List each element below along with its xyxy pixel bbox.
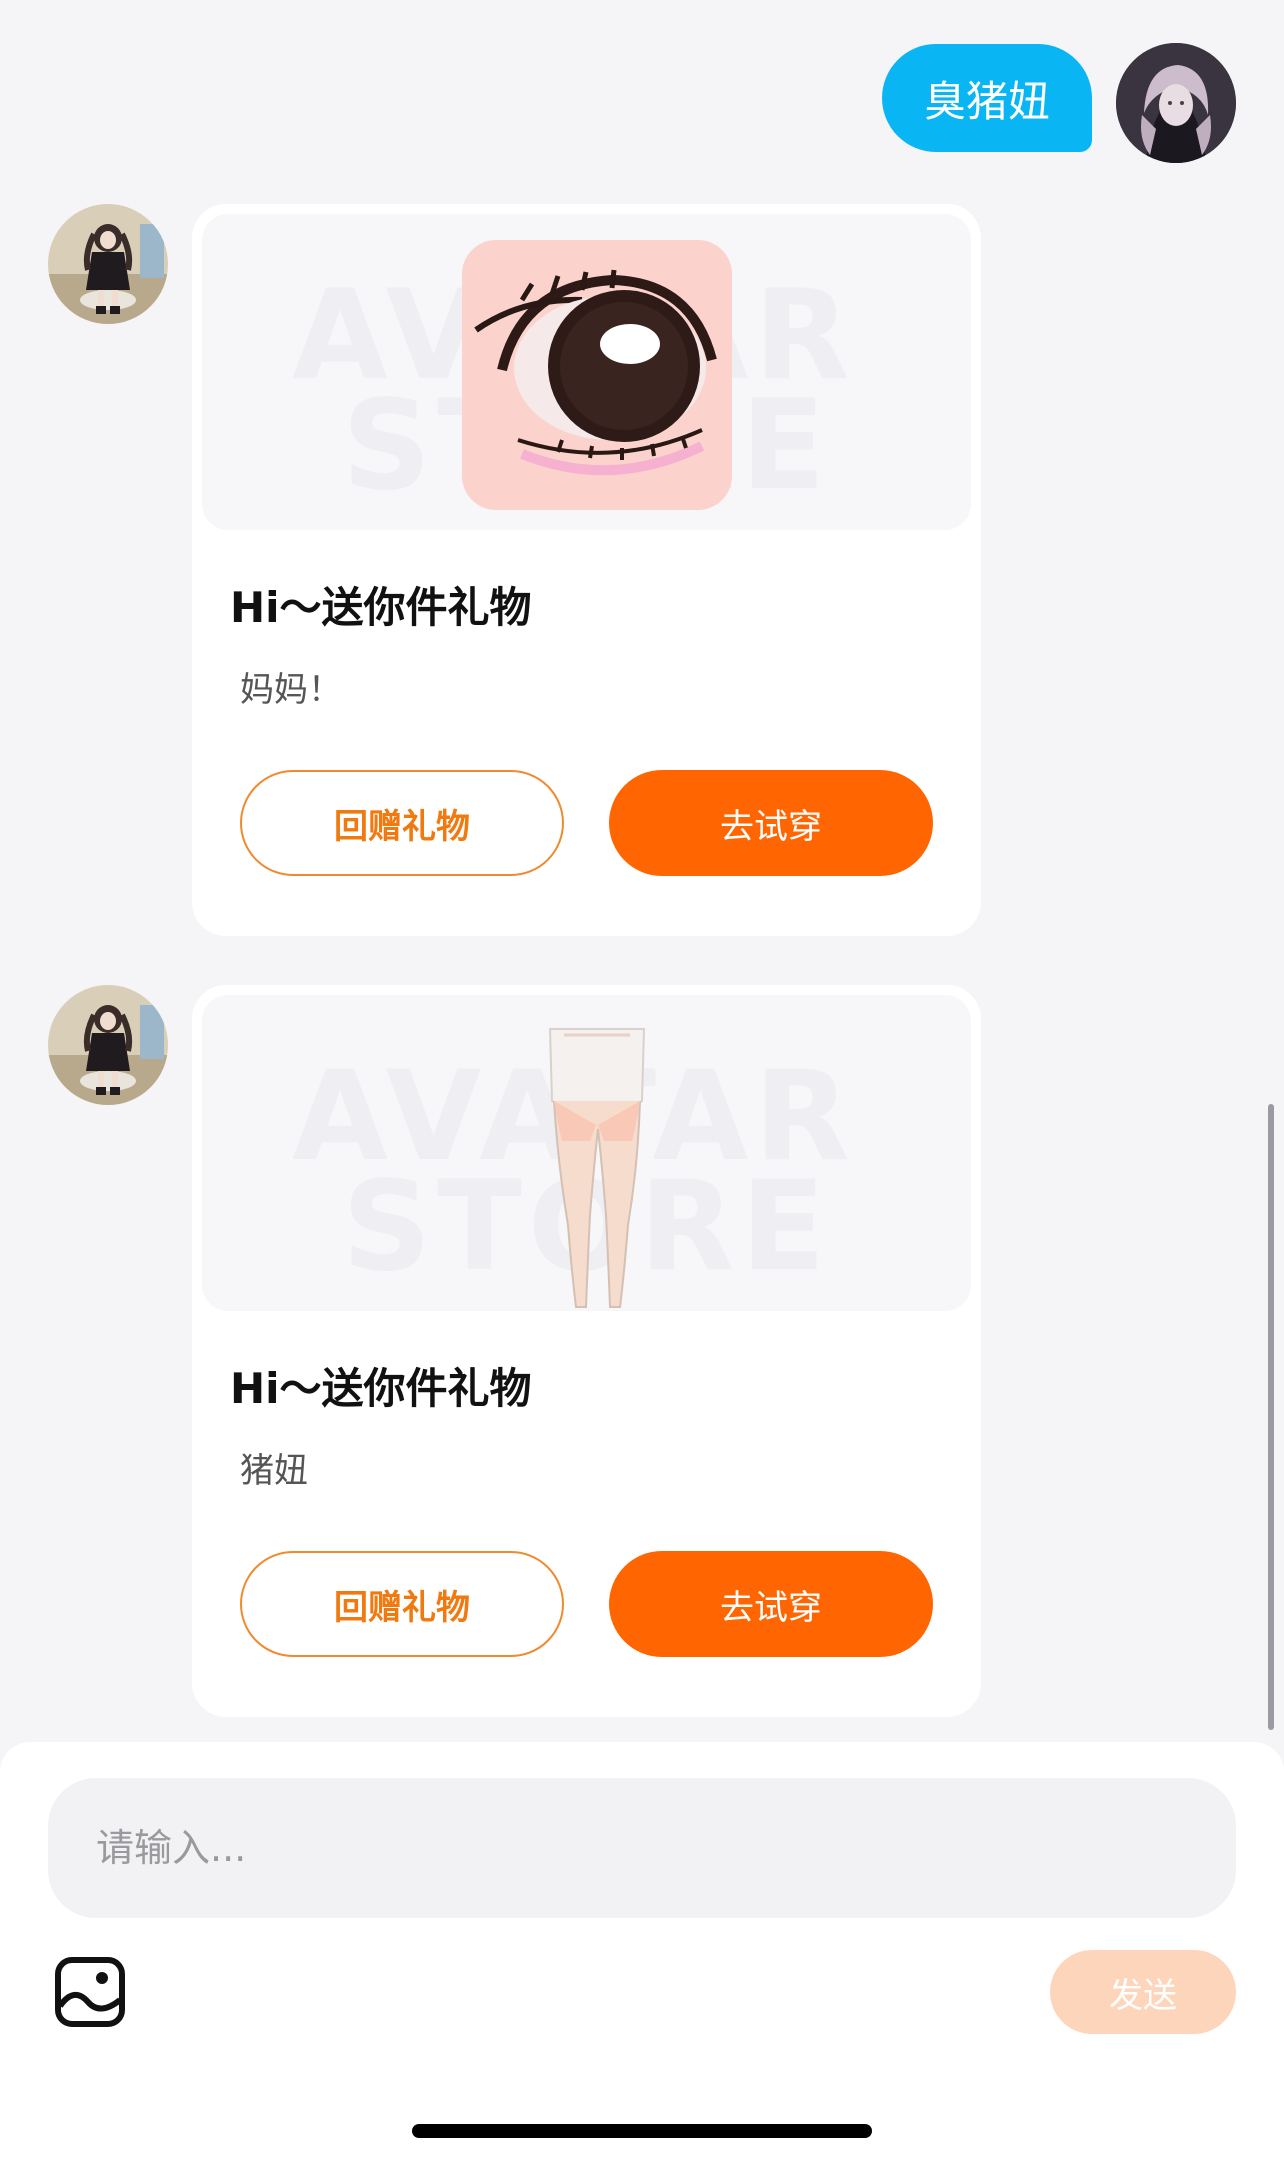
my-avatar[interactable]	[1116, 43, 1236, 163]
try-on-button[interactable]: 去试穿	[609, 770, 933, 876]
send-button[interactable]: 发送	[1050, 1950, 1236, 2034]
message-input[interactable]	[48, 1778, 1236, 1918]
gift-image[interactable]: AVATAR STORE	[202, 995, 971, 1311]
sender-avatar[interactable]	[48, 204, 168, 324]
return-gift-button[interactable]: 回赠礼物	[240, 770, 564, 876]
gift-card: AVATAR STORE Hi～送你件礼物 猪妞 回赠礼物 去试穿	[192, 985, 981, 1717]
image-icon	[55, 1957, 125, 2027]
scrollbar[interactable]	[1268, 1104, 1274, 1730]
home-indicator	[412, 2124, 872, 2138]
return-gift-button[interactable]: 回赠礼物	[240, 1551, 564, 1657]
try-on-button[interactable]: 去试穿	[609, 1551, 933, 1657]
gift-title: Hi～送你件礼物	[230, 1364, 532, 1413]
gift-note: 妈妈！	[240, 670, 342, 710]
input-panel: 发送	[0, 1742, 1284, 2165]
sender-avatar[interactable]	[48, 985, 168, 1105]
chat-area[interactable]: 臭猪妞 Hi～送你件礼物 妈妈！ 回赠礼物 去试穿 Hi～送你件礼物 猪妞 回赠…	[0, 0, 1284, 1742]
gift-card: AVATAR STORE Hi～送你件礼物 妈妈！ 回赠礼物 去试穿	[192, 204, 981, 936]
gift-image[interactable]: AVATAR STORE	[202, 214, 971, 530]
stockings-icon	[548, 1028, 646, 1308]
image-picker-button[interactable]	[54, 1956, 126, 2028]
gift-note: 猪妞	[240, 1451, 308, 1491]
gift-title: Hi～送你件礼物	[230, 583, 532, 632]
eye-makeup-icon	[462, 240, 732, 510]
outgoing-message-bubble[interactable]: 臭猪妞	[882, 44, 1092, 152]
